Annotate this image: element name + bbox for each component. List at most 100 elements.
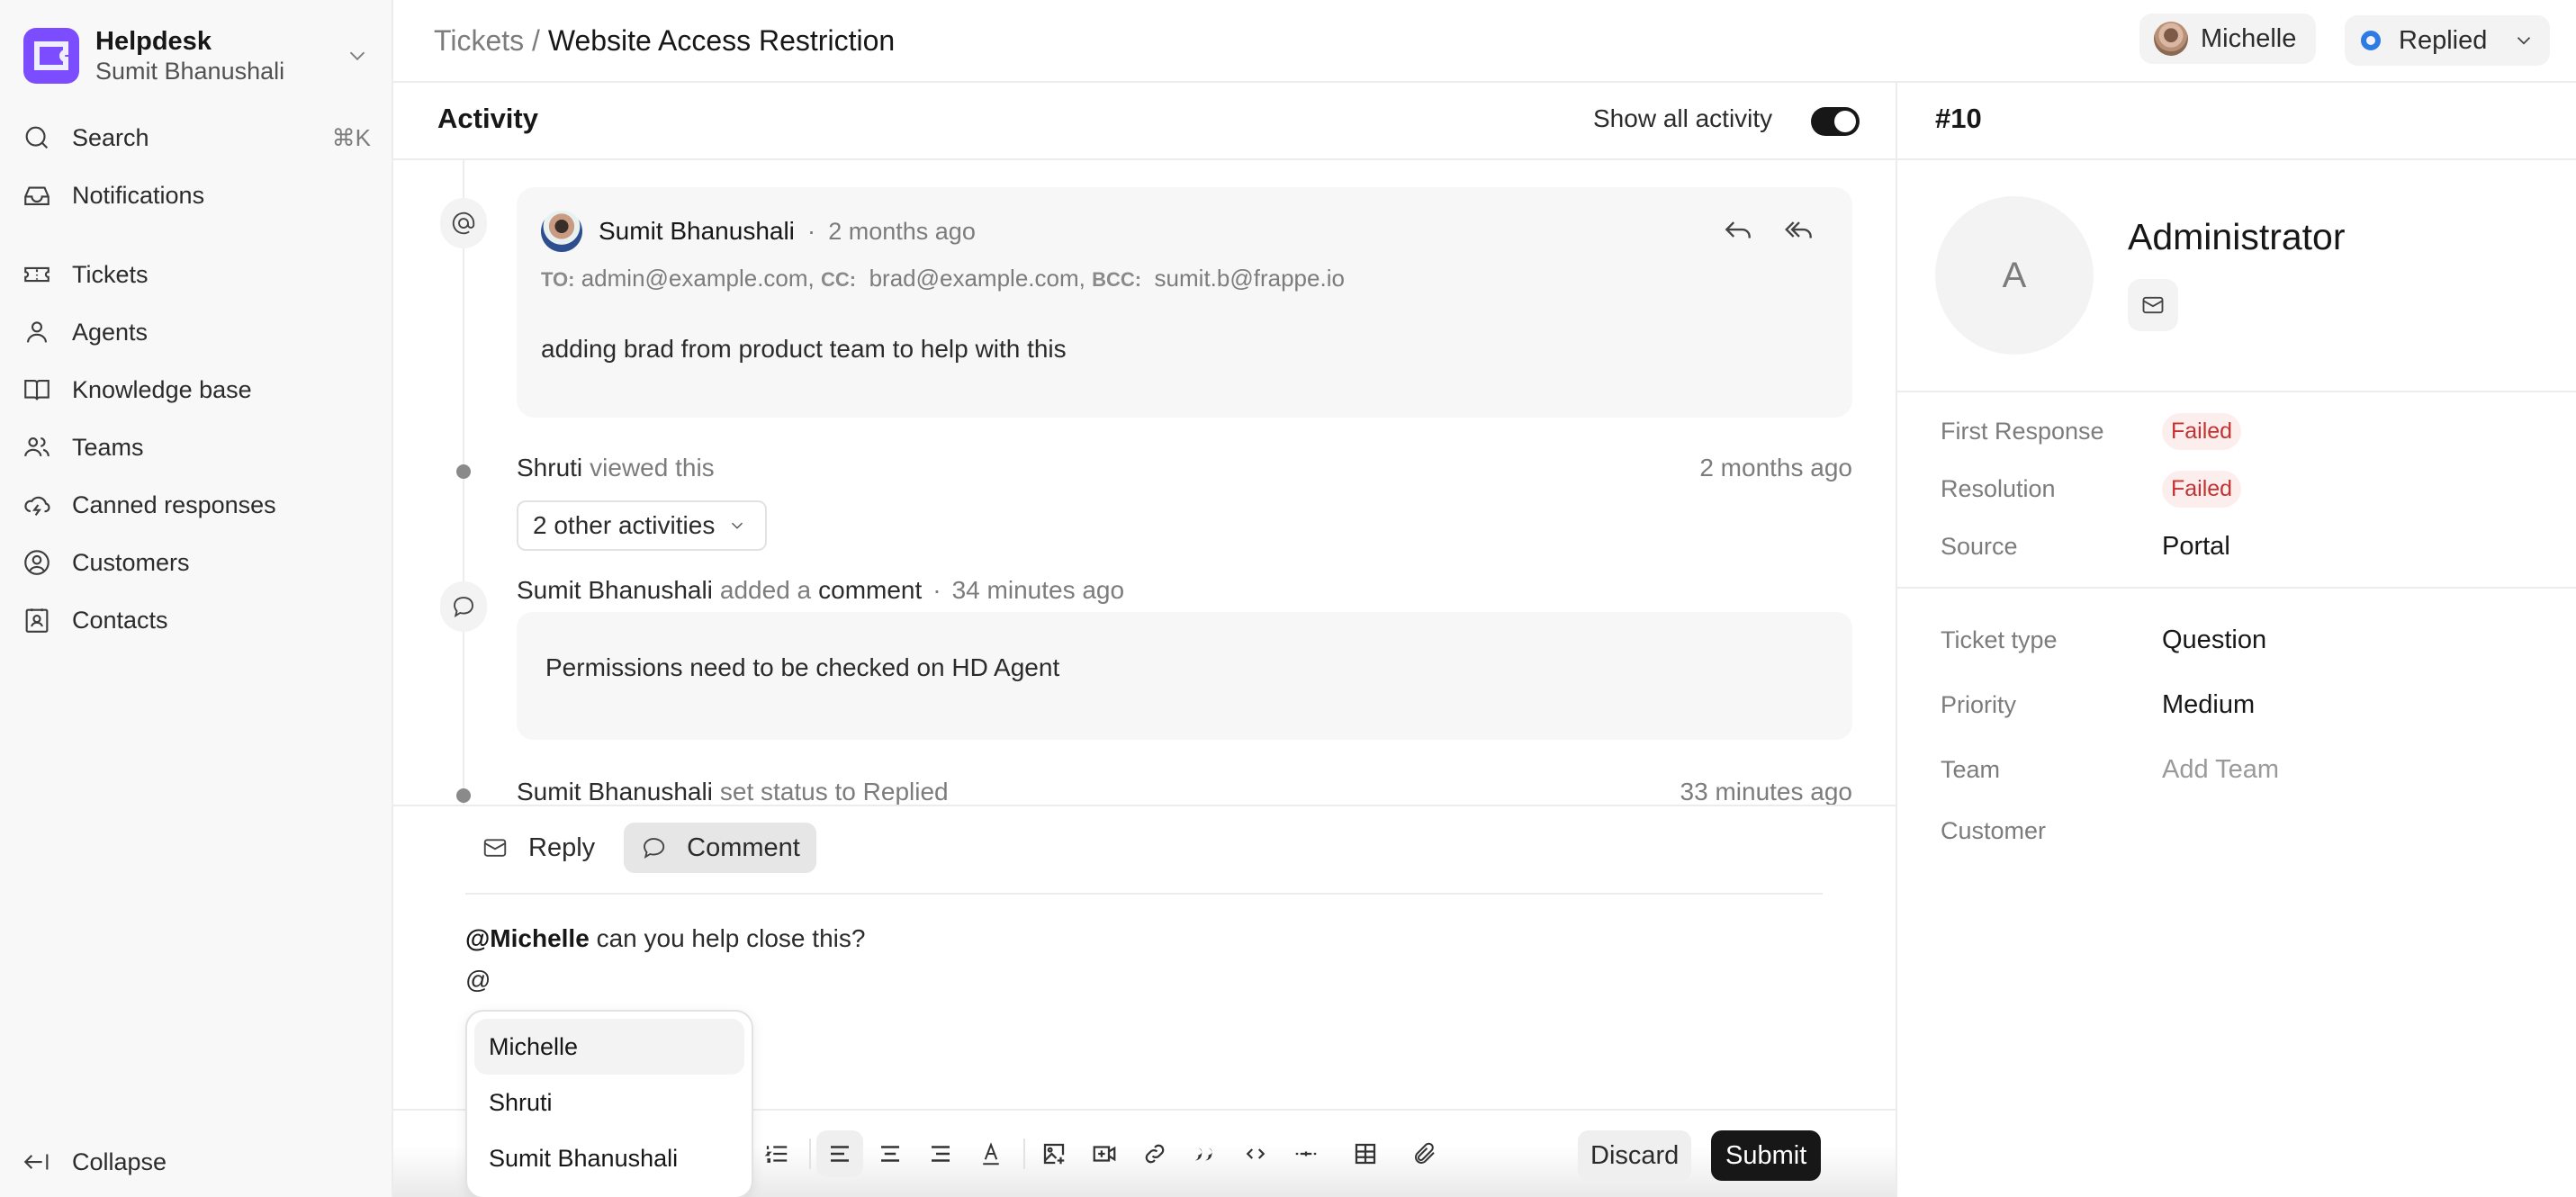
divider xyxy=(1897,158,2576,160)
align-left-button[interactable] xyxy=(816,1130,863,1177)
chevron-down-icon xyxy=(2517,37,2531,45)
show-all-activity-toggle[interactable] xyxy=(1811,107,1860,136)
activity-title: Activity xyxy=(437,103,538,134)
breadcrumb-tickets-link[interactable]: Tickets xyxy=(434,24,524,57)
font-color-button[interactable] xyxy=(968,1130,1014,1177)
field-label: Ticket type xyxy=(1941,626,2058,653)
activity-verb: viewed this xyxy=(590,454,715,482)
cc-value: brad@example.com, xyxy=(869,265,1085,292)
other-activities-button[interactable]: 2 other activities xyxy=(517,500,768,551)
bcc-label: BCC: xyxy=(1092,268,1142,291)
discard-button[interactable]: Discard xyxy=(1578,1130,1692,1181)
mention-suggestions: Michelle Shruti Sumit Bhanushali xyxy=(465,1010,753,1197)
tab-comment[interactable]: Comment xyxy=(624,823,816,873)
sidebar-item-contacts[interactable]: Contacts xyxy=(13,596,380,644)
mention-option[interactable]: Michelle xyxy=(474,1019,744,1075)
sidebar-item-teams[interactable]: Teams xyxy=(13,423,380,472)
insert-link-button[interactable] xyxy=(1131,1130,1178,1177)
sidebar-item-label: Contacts xyxy=(72,606,168,634)
comment-body: Permissions need to be checked on HD Age… xyxy=(545,653,1060,681)
field-label: Customer xyxy=(1941,816,2047,844)
sidebar-item-label: Customers xyxy=(72,548,190,576)
activity-actor: Shruti xyxy=(517,454,583,482)
insert-image-button[interactable] xyxy=(1031,1130,1077,1177)
sidebar-item-tickets[interactable]: Tickets xyxy=(13,250,380,299)
helpdesk-logo-icon xyxy=(23,28,79,84)
ticket-type-field[interactable]: Ticket type Question xyxy=(1941,617,2549,662)
sidebar-item-label: Collapse xyxy=(72,1148,167,1175)
paperclip-icon xyxy=(1415,1142,1435,1164)
contact-card-icon xyxy=(25,608,49,633)
assignee-button[interactable]: Michelle xyxy=(2139,14,2317,64)
comment-editor: Reply Comment @Michelle can you help clo… xyxy=(393,805,1896,1197)
to-label: TO: xyxy=(541,268,575,291)
sidebar-item-search[interactable]: Search ⌘K xyxy=(13,113,380,162)
email-time: 2 months ago xyxy=(828,217,976,245)
activity-time: 34 minutes ago xyxy=(951,576,1125,604)
user-icon xyxy=(27,321,47,343)
timeline-dot xyxy=(456,464,471,479)
align-right-button[interactable] xyxy=(917,1130,964,1177)
priority-field[interactable]: Priority Medium xyxy=(1941,682,2549,727)
status-dropdown[interactable]: Replied xyxy=(2345,15,2550,66)
status-label: Replied xyxy=(2399,25,2488,55)
reply-all-icon[interactable] xyxy=(1782,212,1816,247)
align-center-button[interactable] xyxy=(867,1130,914,1177)
cc-label: CC: xyxy=(821,268,857,291)
sla-resolution: Resolution Failed xyxy=(1941,466,2549,511)
book-icon xyxy=(24,380,50,400)
horizontal-rule-button[interactable] xyxy=(1283,1130,1329,1177)
code-icon xyxy=(1246,1148,1265,1159)
search-icon xyxy=(25,126,49,149)
sidebar-item-canned-responses[interactable]: Canned responses xyxy=(13,481,380,529)
insert-video-button[interactable] xyxy=(1081,1130,1128,1177)
customer-field[interactable]: Customer xyxy=(1941,808,2549,853)
sidebar-item-agents[interactable]: Agents xyxy=(13,308,380,356)
team-select[interactable]: Add Team xyxy=(2162,755,2279,785)
horizontal-rule-icon xyxy=(1295,1151,1317,1156)
activity-timeline[interactable]: Sumit Bhanushali · 2 months ago TO: admi… xyxy=(393,160,1896,805)
team-field[interactable]: Team Add Team xyxy=(1941,747,2549,792)
ordered-list-icon xyxy=(764,1146,788,1163)
activity-object: comment xyxy=(818,576,923,604)
code-button[interactable] xyxy=(1232,1130,1279,1177)
mention-option[interactable]: Sumit Bhanushali xyxy=(474,1130,744,1186)
mention-option[interactable]: Shruti xyxy=(474,1075,744,1130)
timeline-dot xyxy=(456,788,471,803)
collapse-sidebar-button[interactable]: Collapse xyxy=(13,1138,380,1186)
sidebar-item-label: Teams xyxy=(72,433,144,461)
at-sign-icon xyxy=(440,198,487,248)
submit-button[interactable]: Submit xyxy=(1711,1130,1822,1181)
email-activity-card: Sumit Bhanushali · 2 months ago TO: admi… xyxy=(517,187,1852,418)
sidebar-item-notifications[interactable]: Notifications xyxy=(13,171,380,220)
sidebar-item-label: Knowledge base xyxy=(72,375,252,403)
blockquote-button[interactable] xyxy=(1182,1130,1229,1177)
mail-icon xyxy=(483,839,507,857)
activity-time: 2 months ago xyxy=(1699,454,1852,482)
priority-select[interactable]: Medium xyxy=(2162,690,2255,720)
avatar xyxy=(2154,22,2188,56)
toolbar-separator xyxy=(1023,1138,1025,1169)
activity-verb: added a xyxy=(719,576,812,604)
sidebar-item-customers[interactable]: Customers xyxy=(13,538,380,587)
show-all-activity-label: Show all activity xyxy=(1593,104,1773,132)
ticket-type-select[interactable]: Question xyxy=(2162,626,2266,655)
status-activity-row: Sumit Bhanushali set status to Replied 3… xyxy=(517,778,1852,805)
users-icon xyxy=(24,437,50,457)
sla-first-response: First Response Failed xyxy=(1941,409,2549,454)
ordered-list-button[interactable] xyxy=(753,1130,800,1177)
breadcrumb: Tickets / Website Access Restriction xyxy=(434,22,895,59)
sidebar-item-knowledge-base[interactable]: Knowledge base xyxy=(13,365,380,414)
insert-table-button[interactable] xyxy=(1342,1130,1389,1177)
comment-input[interactable]: @Michelle can you help close this? @ xyxy=(465,918,865,1001)
reply-icon[interactable] xyxy=(1721,212,1755,247)
email-contact-button[interactable] xyxy=(2128,279,2178,331)
tab-reply[interactable]: Reply xyxy=(465,823,611,873)
inbox-icon xyxy=(24,186,50,205)
breadcrumb-separator: / xyxy=(532,24,540,57)
divider xyxy=(1897,587,2576,589)
attach-file-button[interactable] xyxy=(1401,1130,1448,1177)
other-activities-label: 2 other activities xyxy=(533,511,716,539)
workspace-switcher[interactable]: Helpdesk Sumit Bhanushali xyxy=(23,27,371,85)
align-left-icon xyxy=(831,1146,849,1162)
